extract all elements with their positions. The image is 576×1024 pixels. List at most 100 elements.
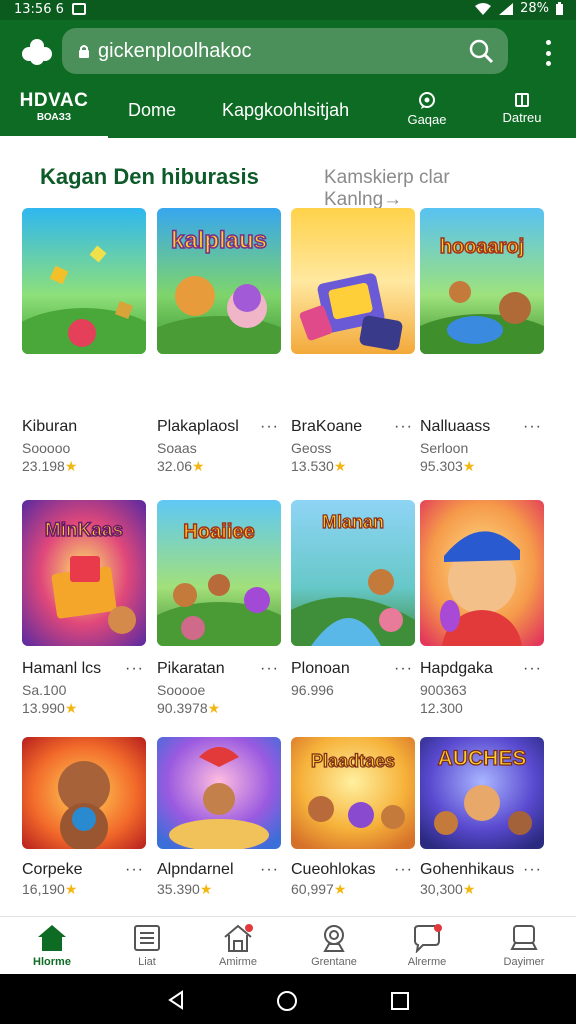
section-links: Kamskierp clar Kanlng→ [324,167,576,211]
profile-icon [323,925,345,952]
home-icon [38,925,66,951]
thumb-text: Plaadtaes [311,751,395,771]
game-card[interactable]: Hapdgaka ··· 900363 12.300 [420,500,544,716]
game-thumbnail[interactable] [157,737,281,849]
game-rating: 90.3978★ [157,700,220,717]
section-link-1[interactable]: Kamskierp clar [324,167,450,188]
game-thumbnail[interactable]: Mlanan [291,500,415,646]
game-thumbnail[interactable]: MinKaas [22,500,146,646]
nav-grentane[interactable]: Grentane [294,923,374,968]
star-icon: ★ [333,881,347,897]
home-circle-icon[interactable] [276,990,298,1012]
tab-active-underline [0,136,108,140]
game-rating: 16,190★ [22,881,77,898]
game-thumbnail[interactable] [22,208,146,354]
game-subtitle: Serloon [420,440,469,456]
game-card[interactable]: hooaaroj Nalluaass ··· Serloon 95.303★ [420,208,544,474]
chat-badge-icon [414,924,442,953]
more-options-icon[interactable]: ··· [260,418,279,436]
game-thumbnail[interactable] [420,500,544,646]
game-title: Kiburan [22,418,78,435]
game-title: Nalluaass [420,418,491,435]
game-card[interactable]: Corpeke ··· 16,190★ [22,737,146,897]
game-thumbnail[interactable]: Plaadtaes [291,737,415,849]
more-menu-icon[interactable] [544,40,552,66]
game-card[interactable]: Alpndarnel ··· 35.390★ [157,737,281,897]
game-subtitle: Geoss [291,440,332,456]
game-title: BraKoane [291,418,363,435]
game-title: Hamanl lcs [22,660,102,677]
more-options-icon[interactable]: ··· [523,660,542,678]
recents-icon[interactable] [390,991,410,1011]
thumb-text: Mlanan [322,512,384,532]
status-bar: 13:56 6 28% [0,0,576,20]
nav-amirme-label: Amirme [219,956,257,968]
more-options-icon[interactable]: ··· [523,861,542,879]
more-options-icon[interactable]: ··· [394,861,413,879]
more-options-icon[interactable]: ··· [394,418,413,436]
game-card[interactable]: Plaadtaes Cueohlokas ··· 60,997★ [291,737,415,897]
more-options-icon[interactable]: ··· [125,861,144,879]
game-card[interactable]: BraKoane ··· Geoss 13.530★ [291,208,415,474]
game-subtitle: Sooooo [22,440,71,456]
game-thumbnail[interactable]: kalplaus [157,208,281,354]
game-thumbnail[interactable]: hooaaroj [420,208,544,354]
star-icon: ★ [64,700,78,716]
thumb-text: Hoaiiee [183,521,254,543]
rating-value: 90.3978 [157,700,208,716]
game-thumbnail[interactable] [291,208,415,354]
game-card[interactable]: Kiburan Sooooo 23.198★ [22,208,146,474]
game-thumbnail[interactable]: AUCHES [420,737,544,849]
game-title: Cueohlokas [291,861,376,878]
more-options-icon[interactable]: ··· [260,660,279,678]
rating-value: 95.303 [420,458,463,474]
nav-amirme[interactable]: Amirme [198,923,278,968]
nav-grentane-label: Grentane [311,956,357,968]
bottom-nav: Hlorme Liat Amirme Grentane Alrerme Dayi… [0,916,576,975]
game-rating: 30,300★ [420,881,475,898]
star-icon: ★ [462,458,476,474]
thumb-text: AUCHES [438,747,527,770]
game-rating: 32.06★ [157,458,205,475]
game-subtitle: 900363 [420,682,467,698]
rating-value: 13.530 [291,458,334,474]
section-link-more[interactable]: Kanlng→ [324,189,402,210]
game-card[interactable]: Hoaiiee Pikaratan ··· Sooooe 90.3978★ [157,500,281,716]
game-thumbnail[interactable] [22,737,146,849]
tab-main-label: HDVAC [19,90,89,111]
game-subtitle: 96.996 [291,682,334,698]
nav-alrerme[interactable]: Alrerme [387,923,467,968]
address-bar[interactable]: gickenploolhakoc [62,28,508,74]
tab-kapgkoohlsitjah[interactable]: Kapgkoohlsitjah [222,100,349,121]
rating-value: 16,190 [22,881,65,897]
game-card[interactable]: kalplaus Plakaplaosl ··· Soaas 32.06★ [157,208,281,474]
star-icon: ★ [64,458,78,474]
game-card[interactable]: MinKaas Hamanl lcs ··· Sa.100 13.990★ [22,500,146,716]
tab-gaqae[interactable]: Gaqae [406,92,448,127]
more-options-icon[interactable]: ··· [394,660,413,678]
game-card[interactable]: Mlanan Plonoan ··· 96.996 [291,500,415,698]
more-options-icon[interactable]: ··· [523,418,542,436]
tab-datreu[interactable]: Datreu [500,92,544,125]
game-rating: 35.390★ [157,881,212,898]
game-title: Hapdgaka [420,660,493,677]
more-options-icon[interactable]: ··· [125,660,144,678]
more-options-icon[interactable]: ··· [260,861,279,879]
search-icon[interactable] [468,38,494,64]
game-card[interactable]: AUCHES Gohenhikaus ··· 30,300★ [420,737,544,897]
nav-home[interactable]: Hlorme [12,923,92,968]
game-thumbnail[interactable]: Hoaiiee [157,500,281,646]
tab-dome[interactable]: Dome [128,100,176,121]
star-icon: ★ [333,458,347,474]
game-title: Pikaratan [157,660,225,677]
back-icon[interactable] [166,990,186,1010]
nav-list-label: Liat [138,956,156,968]
star-icon: ★ [207,700,221,716]
browser-header: gickenploolhakoc HDVAC ВОАЗЗ Dome Kapgko… [0,20,576,140]
nav-list[interactable]: Liat [107,923,187,968]
logo-icon[interactable] [20,37,54,67]
game-subtitle: Sooooe [157,682,206,698]
tab-main[interactable]: HDVAC ВОАЗЗ [0,90,108,140]
nav-dayimer[interactable]: Dayimer [484,923,564,968]
game-title: Alpndarnel [157,861,234,878]
